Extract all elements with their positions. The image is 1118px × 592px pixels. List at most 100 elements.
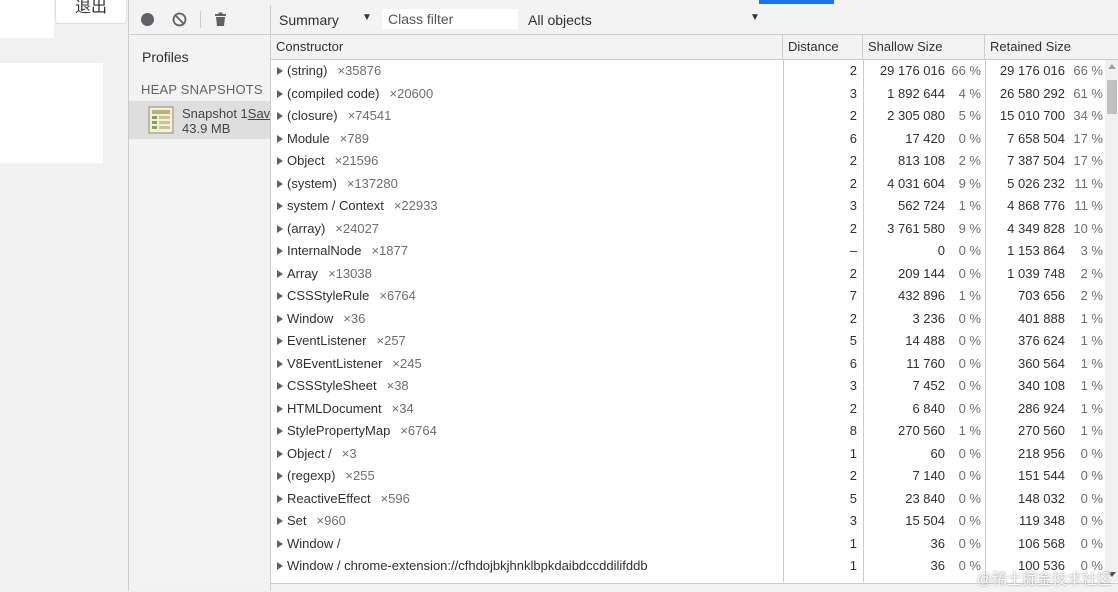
table-row[interactable]: EventListener ×257 5 14 488 0 % 376 624 1 % xyxy=(271,330,1105,353)
shallow-size-cell: 0 xyxy=(937,243,945,258)
shallow-percent-cell: 66 % xyxy=(951,63,981,78)
table-row[interactable]: Object / ×3 1 60 0 % 218 956 0 % xyxy=(271,443,1105,466)
snapshot-save-link[interactable]: Sav xyxy=(248,106,270,121)
constructor-cell: CSSStyleSheet ×38 xyxy=(277,375,782,398)
table-row[interactable]: (closure) ×74541 2 2 305 080 5 % 15 010 700 34… xyxy=(271,105,1105,128)
constructor-cell: (regexp) ×255 xyxy=(277,465,782,488)
distance-cell: 1 xyxy=(849,558,857,573)
expand-triangle-icon[interactable] xyxy=(277,562,283,570)
table-row[interactable]: Set ×960 3 15 504 0 % 119 348 0 % xyxy=(271,510,1105,533)
table-row[interactable]: (string) ×35876 2 29 176 016 66 % 29 176 016 6… xyxy=(271,60,1105,83)
shallow-percent-cell: 0 % xyxy=(958,355,981,371)
table-row[interactable]: system / Context ×22933 3 562 724 1 % 4 868 7… xyxy=(271,195,1105,218)
expand-triangle-icon[interactable] xyxy=(277,337,283,345)
retained-size-cell: 5 026 232 xyxy=(1007,175,1065,191)
expand-triangle-icon[interactable] xyxy=(277,449,283,458)
expand-triangle-icon[interactable] xyxy=(277,472,283,480)
shallow-size-cell: 29 176 016 xyxy=(879,63,945,78)
column-retained-size[interactable]: Retained Size xyxy=(985,35,1105,59)
expand-triangle-icon[interactable] xyxy=(277,134,283,143)
expand-triangle-icon[interactable] xyxy=(277,157,283,165)
class-filter-input[interactable] xyxy=(382,9,518,29)
instance-count: ×35876 xyxy=(337,63,382,78)
retained-percent-cell: 0 % xyxy=(1080,535,1103,551)
expand-triangle-icon[interactable] xyxy=(277,539,283,548)
column-constructor[interactable]: Constructor xyxy=(271,35,783,59)
expand-triangle-icon[interactable] xyxy=(277,89,283,98)
logout-button[interactable]: 退出 xyxy=(55,0,127,24)
profiles-label: Profiles xyxy=(142,49,189,65)
vertical-scrollbar[interactable] xyxy=(1105,60,1118,582)
table-row[interactable]: CSSStyleRule ×6764 7 432 896 1 % 703 656 2 % xyxy=(271,285,1105,308)
expand-triangle-icon[interactable] xyxy=(277,247,283,255)
distance-cell: 2 xyxy=(849,310,857,326)
table-row[interactable]: Module ×789 6 17 420 0 % 7 658 504 17 % xyxy=(271,128,1105,151)
table-row[interactable]: Array ×13038 2 209 144 0 % 1 039 748 2 % xyxy=(271,263,1105,286)
table-row[interactable]: CSSStyleSheet ×38 3 7 452 0 % 340 108 1 % xyxy=(271,375,1105,398)
objects-select[interactable]: All objects xyxy=(528,12,592,28)
table-row[interactable]: (system) ×137280 2 4 031 604 9 % 5 026 232 11 … xyxy=(271,173,1105,196)
trash-icon[interactable] xyxy=(213,12,228,27)
column-shallow-size[interactable]: Shallow Size xyxy=(863,35,985,59)
table-row[interactable]: Window / 1 36 0 % 106 568 0 % xyxy=(271,533,1105,556)
table-row[interactable]: Object ×21596 2 813 108 2 % 7 387 504 17 % xyxy=(271,150,1105,173)
table-row[interactable]: Window ×36 2 3 236 0 % 401 888 1 % xyxy=(271,308,1105,331)
expand-triangle-icon[interactable] xyxy=(277,494,283,503)
table-row[interactable]: (array) ×24027 2 3 761 580 9 % 4 349 828 10 % xyxy=(271,218,1105,241)
expand-triangle-icon[interactable] xyxy=(277,202,283,210)
retained-percent-cell: 0 % xyxy=(1080,445,1103,461)
shallow-size-cell: 270 560 xyxy=(898,423,945,438)
clear-all-icon[interactable] xyxy=(172,12,187,27)
expand-triangle-icon[interactable] xyxy=(277,269,283,278)
constructor-cell: ReactiveEffect ×596 xyxy=(277,488,782,511)
table-row[interactable]: V8EventListener ×245 6 11 760 0 % 360 564 1 % xyxy=(271,353,1105,376)
scroll-up-icon[interactable] xyxy=(1108,64,1116,69)
shallow-percent-cell: 0 % xyxy=(958,310,981,326)
instance-count: ×6764 xyxy=(400,423,437,438)
devtools-panel: Profiles HEAP SNAPSHOTS Snapshot 1Sav 43… xyxy=(128,0,1118,592)
instance-count: ×789 xyxy=(339,130,369,146)
expand-triangle-icon[interactable] xyxy=(277,404,283,413)
distance-cell: 1 xyxy=(849,535,857,551)
expand-triangle-icon[interactable] xyxy=(277,427,283,435)
expand-triangle-icon[interactable] xyxy=(277,314,283,323)
table-row[interactable]: HTMLDocument ×34 2 6 840 0 % 286 924 1 % xyxy=(271,398,1105,421)
scroll-thumb[interactable] xyxy=(1107,80,1117,114)
expand-triangle-icon[interactable] xyxy=(277,359,283,368)
expand-triangle-icon[interactable] xyxy=(277,517,283,525)
constructor-cell: HTMLDocument ×34 xyxy=(277,398,782,421)
constructor-name: StylePropertyMap xyxy=(287,423,391,438)
table-row[interactable]: StylePropertyMap ×6764 8 270 560 1 % 270 560 1… xyxy=(271,420,1105,443)
shallow-size-cell: 7 140 xyxy=(912,468,945,483)
column-distance[interactable]: Distance xyxy=(783,35,863,59)
table-row[interactable]: InternalNode ×1877 – 0 0 % 1 153 864 3 % xyxy=(271,240,1105,263)
shallow-percent-cell: 4 % xyxy=(958,85,981,101)
page-card xyxy=(0,63,103,163)
retained-size-cell: 376 624 xyxy=(1018,333,1065,348)
table-row[interactable]: ReactiveEffect ×596 5 23 840 0 % 148 032 0 % xyxy=(271,488,1105,511)
view-select[interactable]: Summary xyxy=(279,12,339,28)
expand-triangle-icon[interactable] xyxy=(277,179,283,188)
shallow-percent-cell: 2 % xyxy=(958,153,981,168)
shallow-percent-cell: 1 % xyxy=(958,198,981,213)
table-row[interactable]: (regexp) ×255 2 7 140 0 % 151 544 0 % xyxy=(271,465,1105,488)
expand-triangle-icon[interactable] xyxy=(277,224,283,233)
page-background: 退出 xyxy=(0,0,128,591)
snapshot-item[interactable]: Snapshot 1Sav 43.9 MB xyxy=(129,101,270,139)
expand-triangle-icon[interactable] xyxy=(277,292,283,300)
table-row[interactable]: (compiled code) ×20600 3 1 892 644 4 % 26 580… xyxy=(271,83,1105,106)
distance-cell: 2 xyxy=(849,153,857,168)
expand-triangle-icon[interactable] xyxy=(277,382,283,390)
record-icon[interactable] xyxy=(140,12,155,27)
instance-count: ×1877 xyxy=(371,243,408,258)
objects-select-arrow-icon[interactable]: ▼ xyxy=(750,12,760,23)
shallow-size-cell: 36 xyxy=(930,535,945,551)
view-select-arrow-icon[interactable]: ▼ xyxy=(362,12,372,23)
snapshot-icon xyxy=(148,106,174,134)
shallow-size-cell: 7 452 xyxy=(912,378,945,393)
distance-cell: 3 xyxy=(849,513,857,528)
expand-triangle-icon[interactable] xyxy=(277,112,283,120)
retained-size-cell: 703 656 xyxy=(1018,288,1065,303)
expand-triangle-icon[interactable] xyxy=(277,67,283,75)
heap-snapshot-view: Summary ▼ All objects ▼ Constructor Dist… xyxy=(271,5,1118,592)
